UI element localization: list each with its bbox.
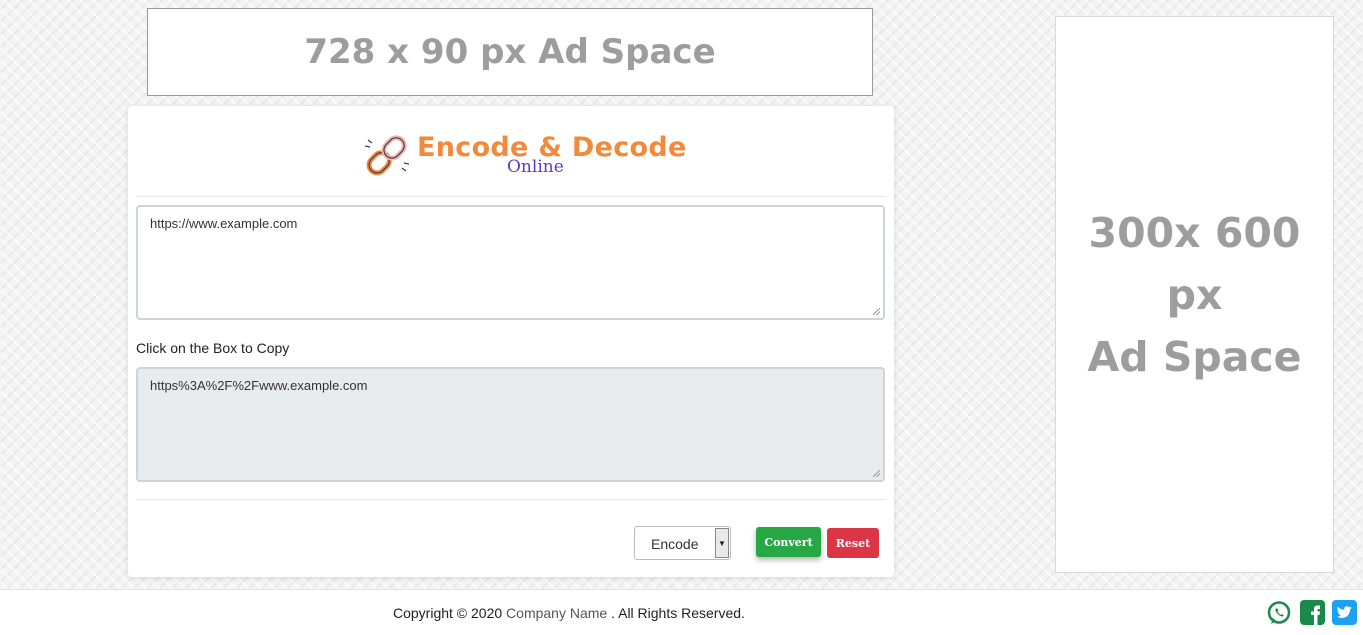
output-textarea[interactable]: https%3A%2F%2Fwww.example.com bbox=[136, 367, 885, 482]
facebook-icon[interactable] bbox=[1300, 600, 1325, 625]
dropdown-arrow-icon[interactable]: ▼ bbox=[715, 528, 729, 558]
reset-button[interactable]: Reset bbox=[827, 528, 879, 558]
logo-subtitle: Online bbox=[507, 157, 564, 177]
company-link[interactable]: Company Name bbox=[506, 605, 607, 621]
divider bbox=[136, 499, 886, 500]
copy-instruction-label: Click on the Box to Copy bbox=[136, 340, 290, 356]
side-ad-text-line2: Ad Space bbox=[1087, 332, 1302, 381]
twitter-icon[interactable] bbox=[1332, 600, 1357, 625]
copyright-suffix: . All Rights Reserved. bbox=[611, 605, 745, 621]
input-textarea[interactable]: https://www.example.com bbox=[136, 205, 885, 320]
top-ad-banner: 728 x 90 px Ad Space bbox=[147, 8, 873, 96]
side-ad-banner: 300x 600 px Ad Space bbox=[1055, 16, 1334, 573]
convert-button[interactable]: Convert bbox=[756, 527, 821, 557]
mode-select[interactable]: Encode ▼ bbox=[634, 526, 731, 560]
chain-link-icon bbox=[364, 135, 410, 176]
divider bbox=[136, 196, 886, 197]
converter-card: Encode & Decode Online https://www.examp… bbox=[128, 106, 894, 577]
input-text: https://www.example.com bbox=[150, 216, 298, 231]
resize-grip-icon[interactable] bbox=[873, 470, 880, 477]
copyright-text: Copyright © 2020 Company Name . All Righ… bbox=[393, 605, 745, 621]
site-logo[interactable]: Encode & Decode Online bbox=[362, 128, 686, 184]
resize-grip-icon[interactable] bbox=[873, 308, 880, 315]
whatsapp-icon[interactable] bbox=[1266, 600, 1292, 626]
side-ad-text-line1: 300x 600 px bbox=[1088, 208, 1301, 319]
copyright-prefix: Copyright © 2020 bbox=[393, 605, 503, 621]
mode-select-value: Encode bbox=[651, 536, 699, 552]
footer: Copyright © 2020 Company Name . All Righ… bbox=[0, 589, 1363, 635]
output-text: https%3A%2F%2Fwww.example.com bbox=[150, 378, 368, 393]
